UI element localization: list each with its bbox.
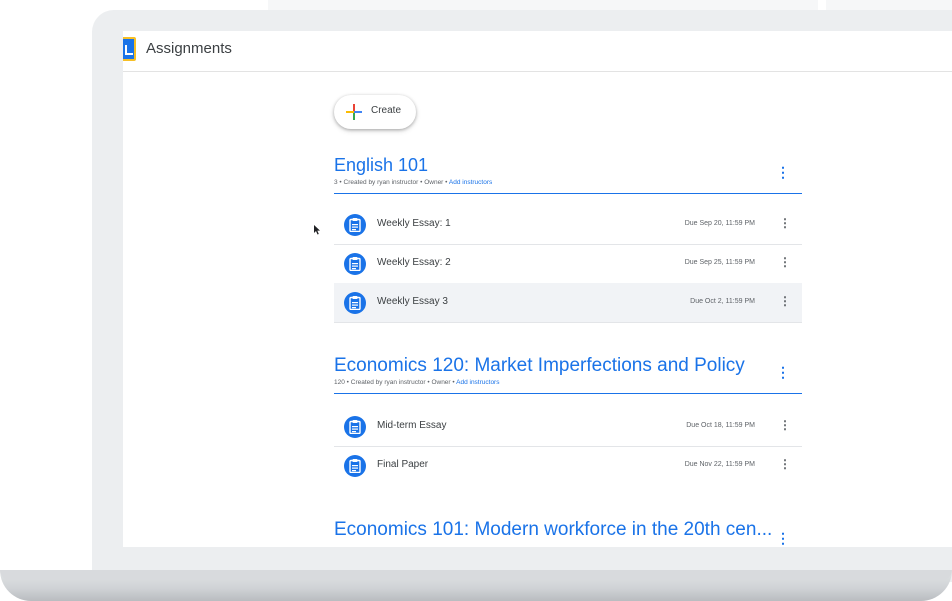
class-count: 120 xyxy=(334,379,345,386)
assignment-more-options-icon[interactable]: ⋮ xyxy=(779,295,791,307)
assignment-more-options-icon[interactable]: ⋮ xyxy=(779,419,791,431)
app-header: Assignments xyxy=(123,31,952,72)
background-tab xyxy=(826,0,952,10)
create-button[interactable]: Create xyxy=(334,95,416,129)
assignment-row[interactable]: Mid-term Essay Due Oct 18, 11:59 PM ⋮ xyxy=(334,407,802,447)
assignment-title: Weekly Essay: 2 xyxy=(377,257,451,268)
app-title: Assignments xyxy=(146,40,232,57)
class-title[interactable]: English 101 xyxy=(334,155,428,176)
class-creator: Created by ryan instructor xyxy=(350,379,426,386)
class-subtitle: 3 • Created by ryan instructor • Owner •… xyxy=(334,179,492,186)
assignment-icon xyxy=(344,292,366,314)
class-title[interactable]: Economics 101: Modern workforce in the 2… xyxy=(334,519,772,541)
class-role: Owner xyxy=(431,379,451,386)
class-subtitle: 120 • Created by ryan instructor • Owner… xyxy=(334,379,499,386)
assignment-due-date: Due Oct 18, 11:59 PM xyxy=(686,422,755,429)
mouse-cursor-icon xyxy=(314,225,320,235)
create-button-label: Create xyxy=(371,105,402,116)
app-screen: Assignments Create English 101 3 • Creat… xyxy=(123,31,952,547)
assignment-due-date: Due Sep 25, 11:59 PM xyxy=(684,259,755,266)
background-tab xyxy=(268,0,818,10)
colored-plus-icon xyxy=(346,104,362,120)
laptop-base-groove xyxy=(0,570,952,580)
class-role: Owner xyxy=(424,179,444,186)
class-section: English 101 3 • Created by ryan instruct… xyxy=(334,155,802,325)
class-more-options-icon[interactable]: ⋮ xyxy=(776,365,790,379)
assignment-title: Weekly Essay 3 xyxy=(377,296,448,307)
assignment-row[interactable]: Weekly Essay: 1 Due Sep 20, 11:59 PM ⋮ xyxy=(334,205,802,245)
class-more-options-icon[interactable]: ⋮ xyxy=(776,531,790,545)
assignment-due-date: Due Sep 20, 11:59 PM xyxy=(684,220,755,227)
assignment-icon xyxy=(344,253,366,275)
class-title[interactable]: Economics 120: Market Imperfections and … xyxy=(334,355,745,377)
add-instructors-link[interactable]: Add instructors xyxy=(456,379,499,386)
assignment-title: Final Paper xyxy=(377,459,429,470)
assignment-icon xyxy=(344,214,366,236)
assignment-row[interactable]: Weekly Essay 3 Due Oct 2, 11:59 PM ⋮ xyxy=(334,283,802,323)
assignment-more-options-icon[interactable]: ⋮ xyxy=(779,217,791,229)
class-more-options-icon[interactable]: ⋮ xyxy=(776,165,790,179)
add-instructors-link[interactable]: Add instructors xyxy=(449,179,492,186)
assignment-more-options-icon[interactable]: ⋮ xyxy=(779,256,791,268)
assignment-icon xyxy=(344,416,366,438)
assignment-icon xyxy=(344,455,366,477)
assignment-due-date: Due Oct 2, 11:59 PM xyxy=(690,298,755,305)
assignment-title: Mid-term Essay xyxy=(377,420,447,431)
section-divider xyxy=(334,393,802,394)
assignment-more-options-icon[interactable]: ⋮ xyxy=(779,458,791,470)
assignment-row[interactable]: Weekly Essay: 2 Due Sep 25, 11:59 PM ⋮ xyxy=(334,244,802,284)
class-creator: Created by ryan instructor xyxy=(343,179,419,186)
section-divider xyxy=(334,193,802,194)
class-section: Economics 120: Market Imperfections and … xyxy=(334,355,802,485)
assignments-logo-icon xyxy=(123,37,136,61)
assignment-row[interactable]: Final Paper Due Nov 22, 11:59 PM ⋮ xyxy=(334,446,802,485)
class-section: Economics 101: Modern workforce in the 2… xyxy=(334,519,802,547)
assignment-title: Weekly Essay: 1 xyxy=(377,218,451,229)
assignment-due-date: Due Nov 22, 11:59 PM xyxy=(684,461,755,468)
